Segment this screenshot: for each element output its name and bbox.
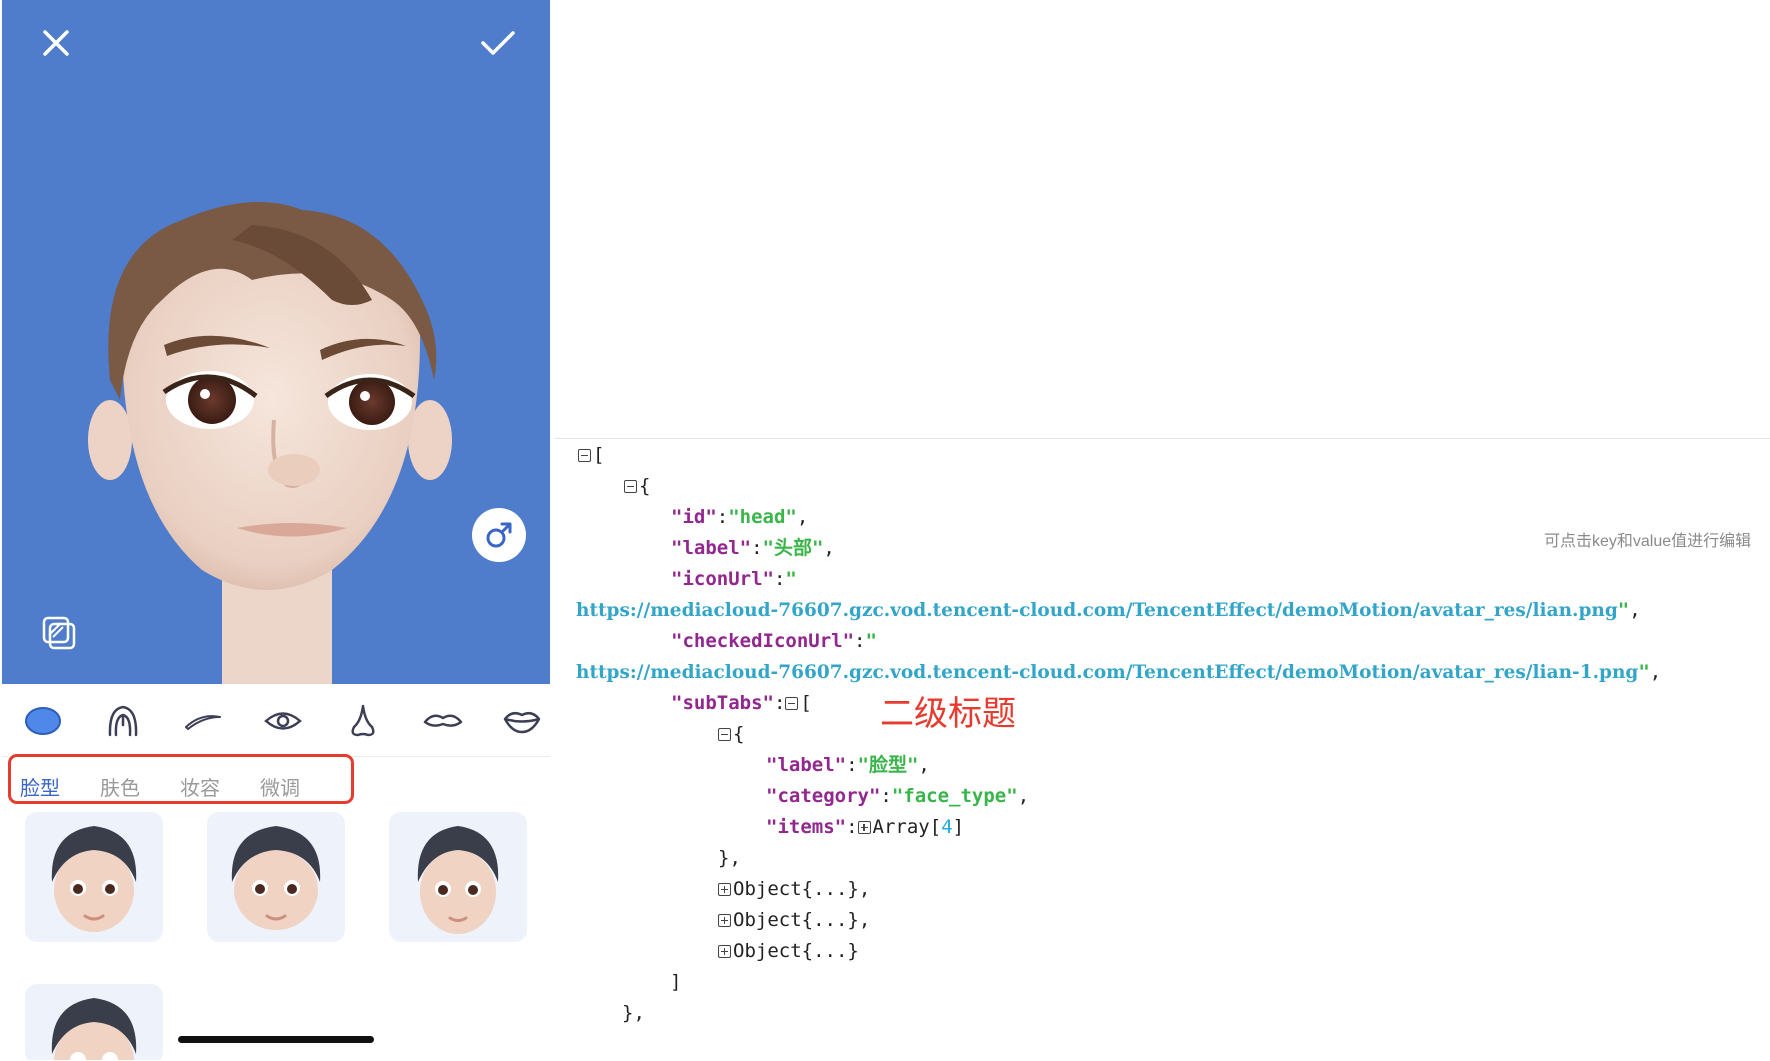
collapse-toggle-icon[interactable] bbox=[718, 728, 731, 741]
json-key[interactable]: "items" bbox=[766, 816, 846, 838]
highlight-box bbox=[8, 754, 354, 804]
face-type-option[interactable] bbox=[25, 984, 163, 1060]
json-close-root-object-line: }, bbox=[622, 1002, 645, 1024]
close-icon bbox=[43, 30, 69, 56]
nose-icon[interactable] bbox=[340, 698, 386, 744]
json-value[interactable]: "脸型" bbox=[858, 754, 919, 776]
json-value[interactable]: https://mediacloud-76607.gzc.vod.tencent… bbox=[576, 662, 1638, 683]
json-key[interactable]: "iconUrl" bbox=[671, 568, 774, 590]
expand-toggle-icon[interactable] bbox=[718, 883, 731, 896]
json-key[interactable]: "label" bbox=[766, 754, 846, 776]
mustache-icon[interactable] bbox=[420, 698, 466, 744]
collapse-toggle-icon[interactable] bbox=[624, 480, 637, 493]
face-shape-icon[interactable] bbox=[20, 698, 66, 744]
json-key[interactable]: "category" bbox=[766, 785, 880, 807]
json-key[interactable]: "label" bbox=[671, 537, 751, 559]
compare-icon bbox=[42, 616, 76, 650]
compare-button[interactable] bbox=[36, 610, 82, 656]
gender-toggle-button[interactable] bbox=[472, 508, 526, 562]
hair-icon[interactable] bbox=[100, 698, 146, 744]
json-subtabs-line: "subTabs":[ bbox=[671, 692, 812, 714]
json-close-array-line: ] bbox=[670, 971, 682, 993]
expand-toggle-icon[interactable] bbox=[857, 821, 871, 834]
json-checkediconurl-line: "checkedIconUrl":" bbox=[671, 630, 877, 652]
json-key[interactable]: "checkedIconUrl" bbox=[671, 630, 854, 652]
edit-hint-text: 可点击key和value值进行编辑 bbox=[1544, 533, 1752, 550]
annotation-label: 二级标题 bbox=[880, 695, 1016, 733]
json-collapsed-object-line: Object{...} bbox=[718, 938, 859, 964]
json-root-line: [ bbox=[578, 442, 604, 468]
avatar-preview bbox=[2, 0, 550, 684]
json-close-object-line: }, bbox=[718, 847, 741, 869]
collapse-toggle-icon[interactable] bbox=[785, 697, 799, 710]
json-id-line: "id":"head", bbox=[671, 506, 809, 528]
expand-toggle-icon[interactable] bbox=[718, 945, 731, 958]
json-object-line: { bbox=[624, 473, 650, 499]
avatar-thumbnail bbox=[51, 998, 137, 1060]
avatar-thumbnail bbox=[417, 826, 499, 934]
json-value[interactable]: "head" bbox=[728, 506, 797, 528]
eye-icon[interactable] bbox=[260, 698, 306, 744]
avatar-editor-panel: 脸型 肤色 妆容 微调 bbox=[0, 0, 550, 1060]
json-key[interactable]: "subTabs" bbox=[671, 692, 774, 714]
expand-toggle-icon[interactable] bbox=[718, 914, 731, 927]
avatar-thumbnail bbox=[231, 826, 321, 930]
json-value[interactable]: "face_type" bbox=[892, 785, 1018, 807]
json-label-line: "label":"头部", bbox=[671, 537, 835, 559]
json-iconurl-value-line: https://mediacloud-76607.gzc.vod.tencent… bbox=[576, 599, 1641, 621]
json-key[interactable]: "id" bbox=[671, 506, 717, 528]
json-iconurl-line: "iconUrl":" bbox=[671, 568, 797, 590]
json-collapsed-object-line: Object{...}, bbox=[718, 907, 870, 933]
home-indicator bbox=[178, 1036, 374, 1043]
json-category-line: "category":"face_type", bbox=[766, 785, 1030, 807]
json-checkediconurl-value-line: https://mediacloud-76607.gzc.vod.tencent… bbox=[576, 661, 1662, 683]
avatar-3d-head bbox=[88, 202, 452, 684]
json-collapsed-object-line: Object{...}, bbox=[718, 876, 870, 902]
json-items-line: "items": Array[4] bbox=[766, 816, 965, 838]
json-value[interactable]: https://mediacloud-76607.gzc.vod.tencent… bbox=[576, 600, 1618, 621]
json-subtab-object-line: { bbox=[718, 721, 744, 747]
confirm-button[interactable] bbox=[468, 13, 528, 73]
category-bar bbox=[2, 684, 550, 757]
lips-icon[interactable] bbox=[499, 698, 545, 744]
male-symbol-icon bbox=[486, 522, 512, 548]
close-button[interactable] bbox=[26, 13, 86, 73]
face-type-option[interactable] bbox=[207, 812, 345, 942]
json-value[interactable]: "头部" bbox=[763, 537, 824, 559]
collapse-toggle-icon[interactable] bbox=[578, 449, 591, 462]
json-sub-label-line: "label":"脸型", bbox=[766, 754, 930, 776]
eyebrow-icon[interactable] bbox=[180, 698, 226, 744]
checkmark-icon bbox=[481, 31, 515, 55]
face-type-option[interactable] bbox=[389, 812, 527, 942]
face-type-option[interactable] bbox=[25, 812, 163, 942]
avatar-thumbnail bbox=[51, 826, 137, 932]
